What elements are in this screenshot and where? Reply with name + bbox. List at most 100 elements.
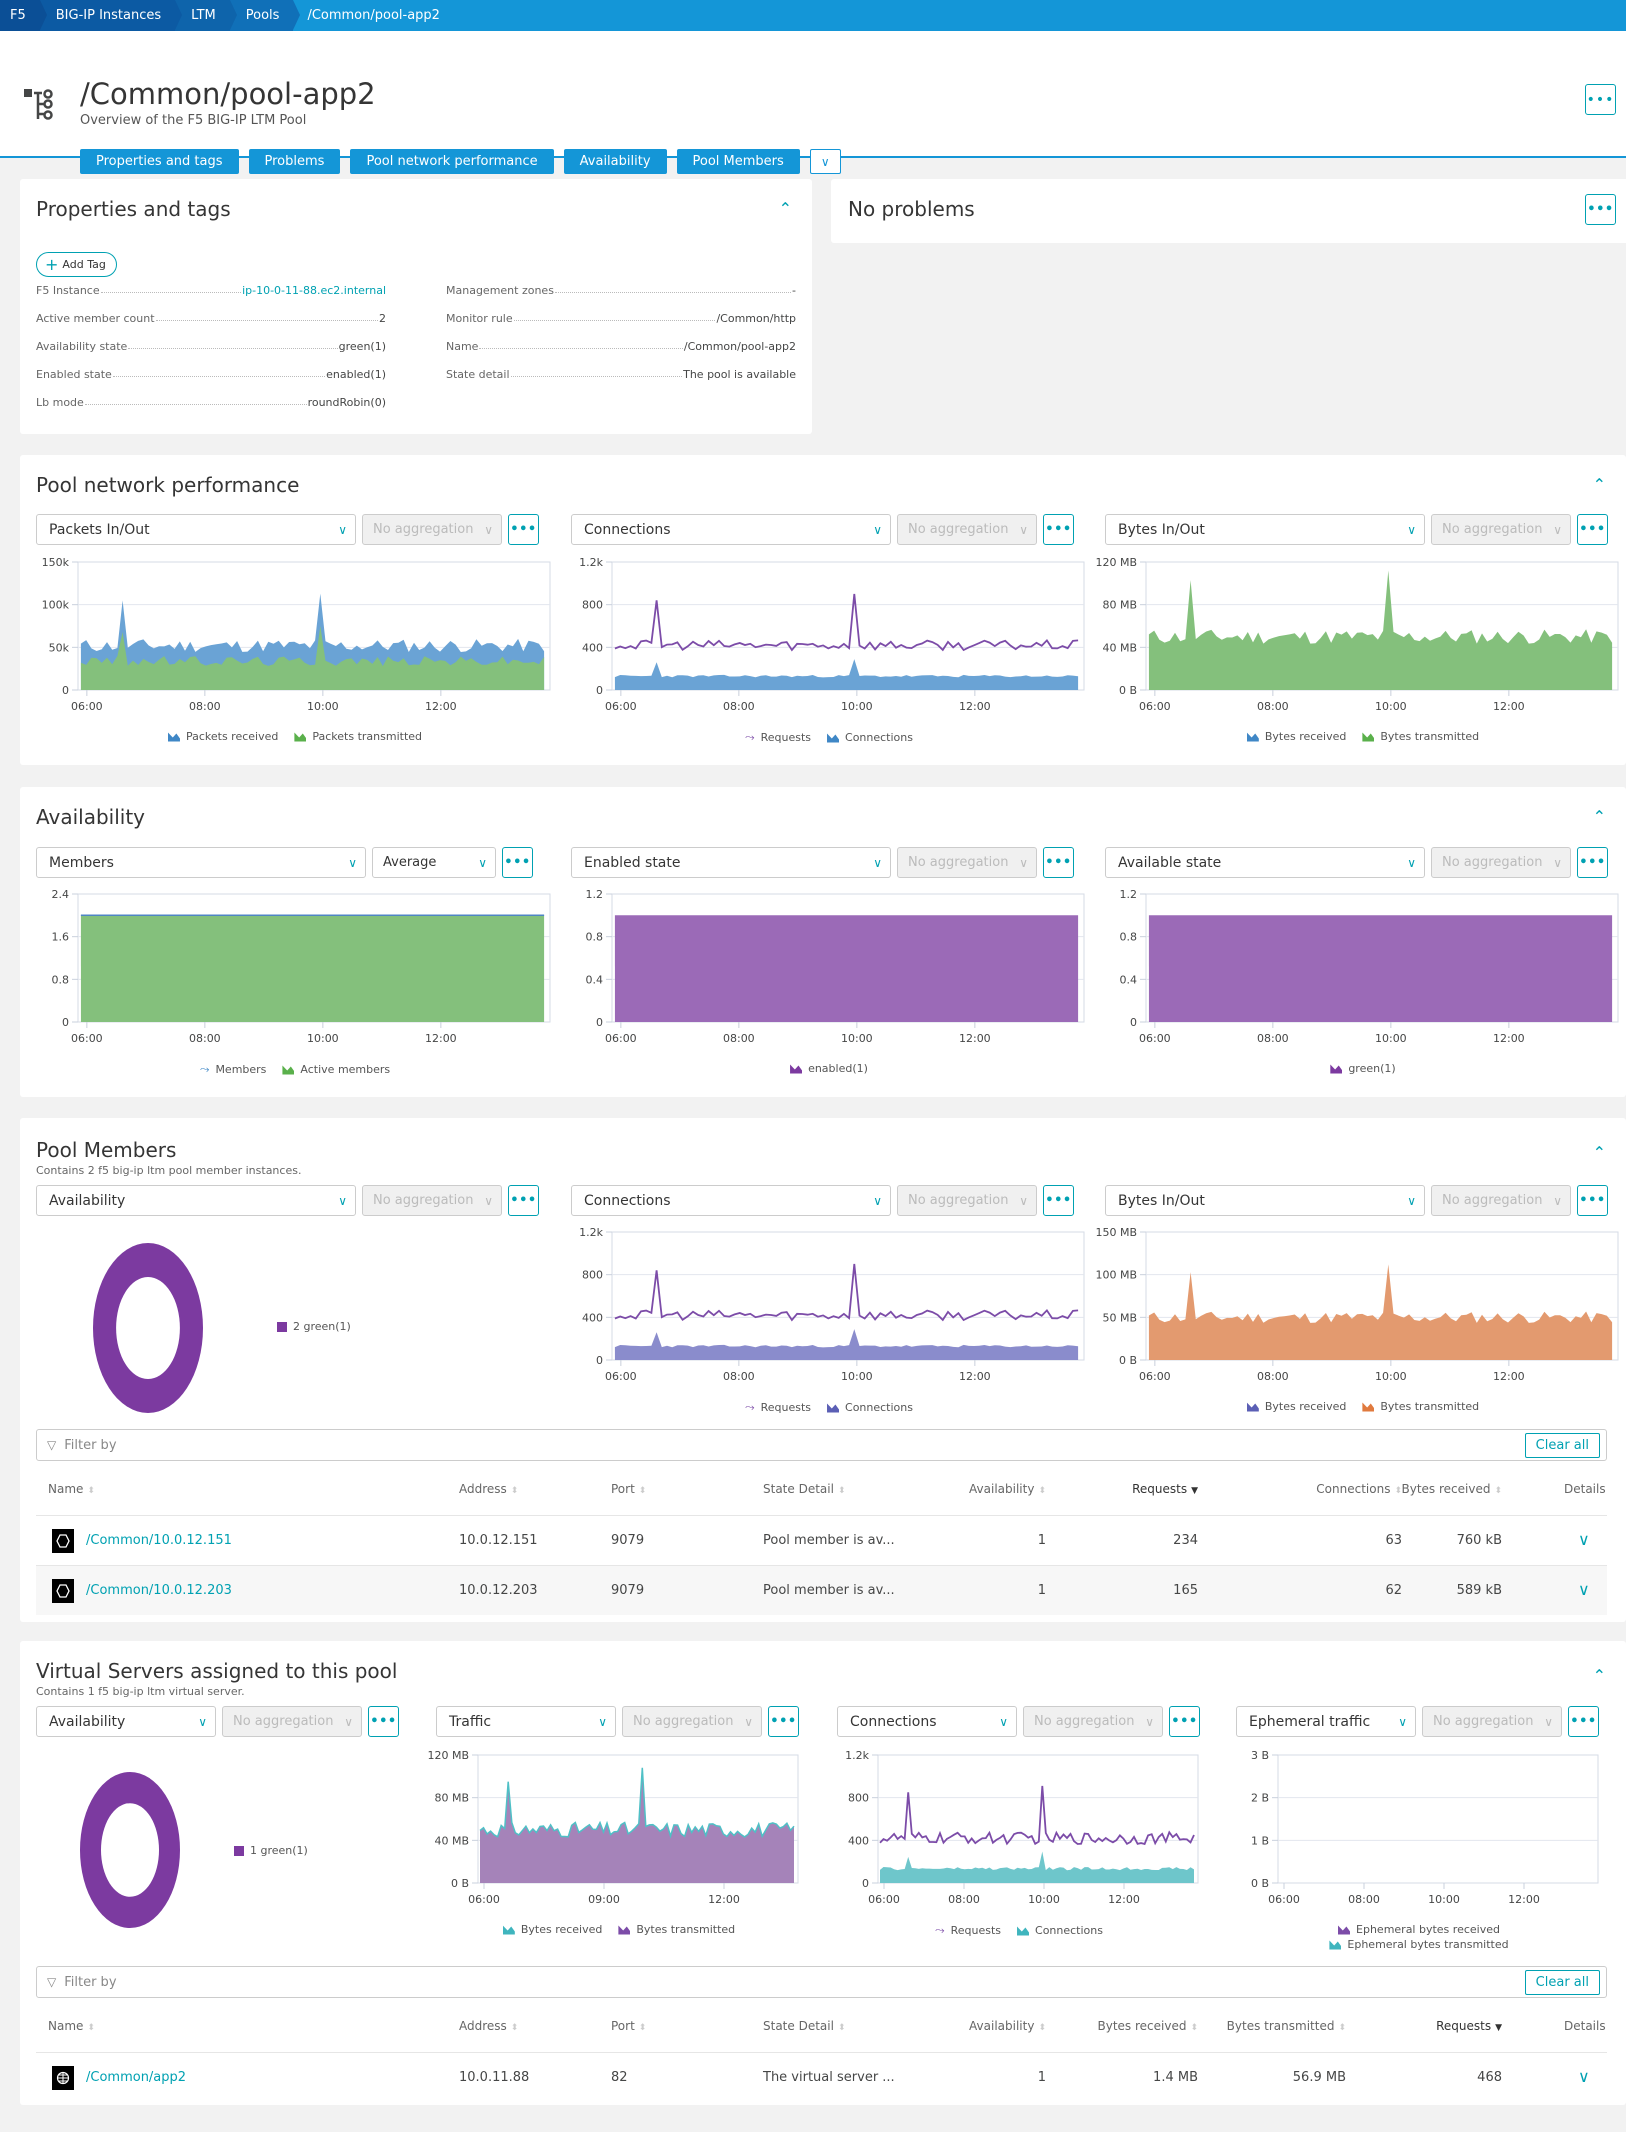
table-row[interactable]: /Common/10.0.12.203 10.0.12.203 9079 Pool m… [36, 1565, 1607, 1615]
chart-menu-button[interactable]: ••• [1577, 847, 1608, 878]
legend-item[interactable]: Bytes received [502, 1923, 602, 1936]
chart-menu-button[interactable]: ••• [1043, 847, 1074, 878]
column-header[interactable]: Bytes transmitted ⬍ [1227, 2019, 1346, 2033]
breadcrumb-item[interactable]: LTM [175, 0, 237, 31]
metric-select[interactable]: Members ∨ [36, 847, 366, 878]
column-header[interactable]: Requests ▼ [1132, 1482, 1198, 1496]
table-row[interactable]: /Common/10.0.12.151 10.0.12.151 9079 Pool m… [36, 1515, 1607, 1565]
legend-item[interactable]: Connections [827, 1401, 913, 1414]
filter-bar[interactable]: ▽ Filter by Clear all [36, 1429, 1607, 1461]
column-header[interactable]: Details [1564, 2019, 1606, 2033]
legend-item[interactable]: Bytes received [1246, 730, 1346, 743]
filter-bar[interactable]: ▽ Filter by Clear all [36, 1966, 1607, 1998]
metric-select[interactable]: Bytes In/Out ∨ [1105, 514, 1425, 545]
legend-item[interactable]: Bytes transmitted [618, 1923, 735, 1936]
collapse-button[interactable]: ⌃ [1593, 1143, 1606, 1162]
chart-menu-button[interactable]: ••• [1577, 514, 1608, 545]
column-header[interactable]: Bytes received ⬍ [1097, 2019, 1198, 2033]
problems-menu-button[interactable]: ••• [1585, 194, 1616, 225]
legend-item[interactable]: 2 green(1) [277, 1320, 351, 1333]
page-menu-button[interactable]: ••• [1585, 84, 1616, 115]
column-header[interactable]: Name ⬍ [48, 2019, 95, 2033]
row-name-link[interactable]: /Common/10.0.12.151 [86, 1533, 232, 1548]
row-name-link[interactable]: /Common/10.0.12.203 [86, 1583, 232, 1598]
nav-problems-button[interactable]: Problems [248, 149, 341, 174]
legend-item[interactable]: enabled(1) [790, 1062, 868, 1075]
metric-select[interactable]: Available state ∨ [1105, 847, 1425, 878]
legend-item[interactable]: ⤳ Requests [745, 730, 811, 745]
legend-item[interactable]: Bytes transmitted [1362, 1400, 1479, 1413]
breadcrumb-item[interactable]: F5 [0, 0, 47, 31]
metric-select[interactable]: Connections ∨ [571, 1185, 891, 1216]
legend-item[interactable]: ⤳ Requests [935, 1923, 1001, 1938]
legend-item[interactable]: ⤳ Requests [745, 1400, 811, 1415]
metric-select[interactable]: Availability ∨ [36, 1185, 356, 1216]
column-header[interactable]: Availability ⬍ [969, 1482, 1046, 1496]
filter-input[interactable]: Filter by [64, 1438, 1524, 1453]
column-header[interactable]: Port ⬍ [611, 1482, 646, 1496]
chart-menu-button[interactable]: ••• [1043, 1185, 1074, 1216]
collapse-button[interactable]: ⌃ [1593, 807, 1606, 826]
metric-select[interactable]: Connections ∨ [837, 1706, 1017, 1737]
legend-item[interactable]: Connections [1017, 1924, 1103, 1937]
chart-menu-button[interactable]: ••• [502, 847, 533, 878]
metric-select[interactable]: Traffic ∨ [436, 1706, 616, 1737]
legend-item[interactable]: Ephemeral bytes transmitted [1329, 1938, 1509, 1951]
metric-select[interactable]: Bytes In/Out ∨ [1105, 1185, 1425, 1216]
chart-menu-button[interactable]: ••• [508, 1185, 539, 1216]
add-tag-button[interactable]: + Add Tag [36, 252, 117, 277]
nav-pool-members-button[interactable]: Pool Members [676, 149, 800, 174]
chart-menu-button[interactable]: ••• [1568, 1706, 1599, 1737]
expand-row-button[interactable]: ∨ [1578, 2067, 1590, 2086]
legend-item[interactable]: Active members [282, 1063, 390, 1076]
breadcrumb-item[interactable]: BIG-IP Instances [39, 0, 183, 31]
expand-row-button[interactable]: ∨ [1578, 1580, 1590, 1599]
collapse-button[interactable]: ⌃ [1593, 1666, 1606, 1685]
column-header[interactable]: Address ⬍ [459, 1482, 518, 1496]
column-header[interactable]: Bytes received ⬍ [1401, 1482, 1502, 1496]
nav-properties-button[interactable]: Properties and tags [80, 149, 239, 174]
nav-availability-button[interactable]: Availability [563, 149, 667, 174]
aggregation-select[interactable]: Average ∨ [372, 847, 496, 878]
column-header[interactable]: Details [1564, 1482, 1606, 1496]
collapse-button[interactable]: ⌃ [1593, 475, 1606, 494]
chart-menu-button[interactable]: ••• [508, 514, 539, 545]
metric-select[interactable]: Packets In/Out ∨ [36, 514, 356, 545]
legend-item[interactable]: 1 green(1) [234, 1844, 308, 1857]
legend-item[interactable]: Bytes received [1246, 1400, 1346, 1413]
legend-item[interactable]: green(1) [1330, 1062, 1396, 1075]
nav-more-button[interactable]: ∨ [809, 149, 841, 174]
clear-all-button[interactable]: Clear all [1524, 1432, 1600, 1458]
metric-select[interactable]: Enabled state ∨ [571, 847, 891, 878]
legend-item[interactable]: Bytes transmitted [1362, 730, 1479, 743]
legend-item[interactable]: Ephemeral bytes received [1338, 1923, 1500, 1936]
column-header[interactable]: Connections ⬍ [1316, 1482, 1402, 1496]
nav-network-button[interactable]: Pool network performance [350, 149, 554, 174]
metric-select[interactable]: Connections ∨ [571, 514, 891, 545]
row-name-link[interactable]: /Common/app2 [86, 2070, 186, 2085]
clear-all-button[interactable]: Clear all [1524, 1969, 1600, 1995]
column-header[interactable]: Requests ▼ [1436, 2019, 1502, 2033]
chart-menu-button[interactable]: ••• [1577, 1185, 1608, 1216]
chart-menu-button[interactable]: ••• [1043, 514, 1074, 545]
column-header[interactable]: State Detail ⬍ [763, 2019, 845, 2033]
property-link[interactable]: ip-10-0-11-88.ec2.internal [242, 284, 386, 297]
legend-item[interactable]: Connections [827, 731, 913, 744]
breadcrumb-item[interactable]: Pools [229, 0, 301, 31]
legend-item[interactable]: Packets received [167, 730, 278, 743]
legend-item[interactable]: Packets transmitted [294, 730, 422, 743]
chart-menu-button[interactable]: ••• [768, 1706, 799, 1737]
filter-input[interactable]: Filter by [64, 1975, 1524, 1990]
collapse-button[interactable]: ⌃ [779, 199, 792, 218]
metric-select[interactable]: Availability ∨ [36, 1706, 216, 1737]
column-header[interactable]: State Detail ⬍ [763, 1482, 845, 1496]
column-header[interactable]: Availability ⬍ [969, 2019, 1046, 2033]
column-header[interactable]: Port ⬍ [611, 2019, 646, 2033]
column-header[interactable]: Name ⬍ [48, 1482, 95, 1496]
table-row[interactable]: /Common/app2 10.0.11.88 82 The virtual serv… [36, 2052, 1607, 2102]
metric-select[interactable]: Ephemeral traffic ∨ [1236, 1706, 1416, 1737]
column-header[interactable]: Address ⬍ [459, 2019, 518, 2033]
expand-row-button[interactable]: ∨ [1578, 1530, 1590, 1549]
chart-menu-button[interactable]: ••• [1169, 1706, 1200, 1737]
chart-menu-button[interactable]: ••• [368, 1706, 399, 1737]
